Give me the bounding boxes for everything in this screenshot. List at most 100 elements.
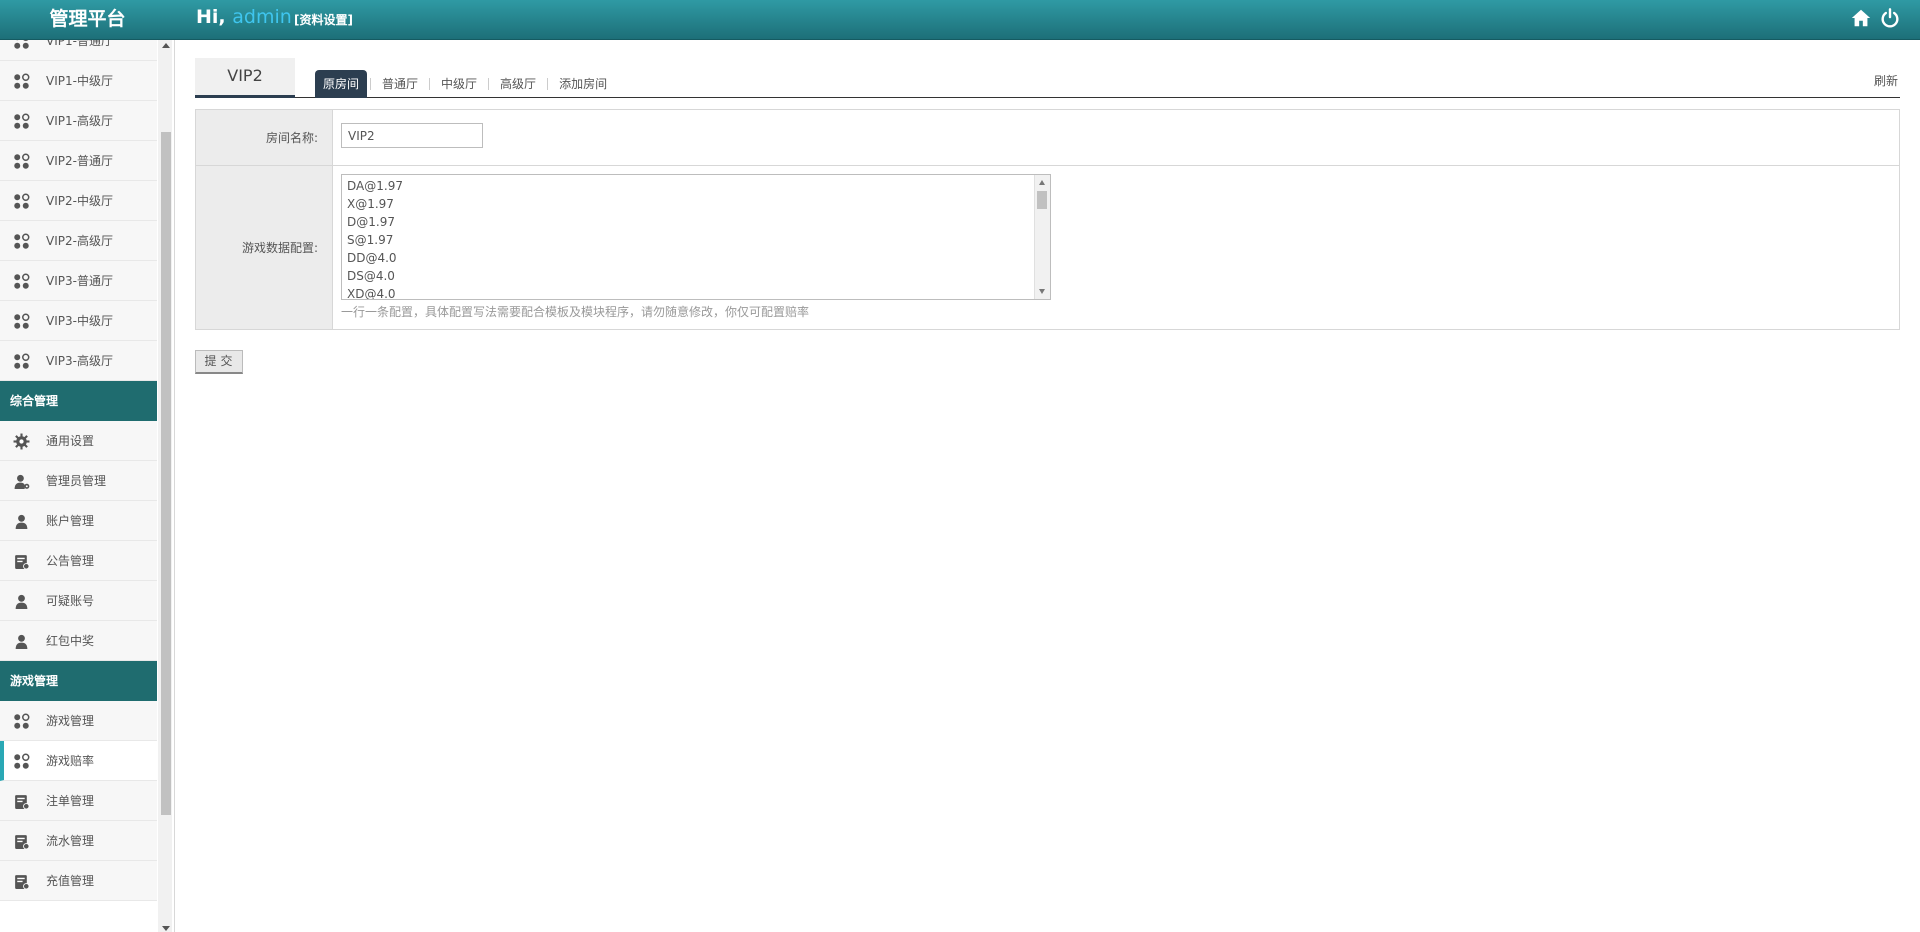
document-icon — [15, 554, 30, 569]
tab-separator — [370, 78, 372, 90]
sidebar-menu: VIP1-普通厅 VIP1-中级厅 VIP1-高级厅 VIP2-普通厅 VIP2-中级厅… — [0, 40, 157, 901]
sidebar-item-label: 注单管理 — [46, 794, 95, 808]
config-line: D@1.97 — [347, 215, 395, 229]
profile-settings-link[interactable]: [资料设置] — [294, 11, 353, 28]
grid-icon — [14, 273, 30, 289]
room-tabs: 原房间 普通厅 中级厅 高级厅 添加房间 — [315, 70, 615, 98]
sidebar-item-label: 管理员管理 — [46, 474, 107, 488]
page-title-tab: VIP2 — [195, 58, 295, 98]
tab-separator — [488, 78, 490, 90]
room-tab[interactable]: 原房间 — [315, 70, 368, 98]
submit-button[interactable]: 提交 — [195, 350, 243, 374]
grid-icon — [14, 713, 30, 729]
sidebar-item-label: VIP1-普通厅 — [46, 40, 113, 48]
grid-icon — [14, 193, 30, 209]
gear-icon — [13, 433, 30, 449]
document-icon — [15, 794, 30, 809]
sidebar-item-label: 账户管理 — [46, 514, 95, 528]
form-row-room-name: 房间名称: — [196, 110, 1899, 166]
sidebar-item-label: 通用设置 — [46, 434, 95, 448]
sidebar-scroll-thumb[interactable] — [161, 132, 171, 815]
config-line: S@1.97 — [347, 233, 394, 247]
room-tab[interactable]: 中级厅 — [433, 70, 485, 98]
grid-icon — [14, 353, 30, 369]
power-icon[interactable] — [1879, 7, 1901, 29]
sidebar-item[interactable]: 注单管理 — [0, 781, 157, 821]
sidebar-item-label: 可疑账号 — [46, 594, 95, 608]
sidebar-item[interactable]: 通用设置 — [0, 421, 157, 461]
sidebar-item[interactable]: VIP1-普通厅 — [0, 40, 157, 61]
sidebar-item[interactable]: 游戏管理 — [0, 701, 157, 741]
sidebar-item[interactable]: 流水管理 — [0, 821, 157, 861]
sidebar-item[interactable]: VIP3-普通厅 — [0, 261, 157, 301]
sidebar: VIP1-普通厅 VIP1-中级厅 VIP1-高级厅 VIP2-普通厅 VIP2-中级厅… — [0, 40, 175, 932]
tab-separator — [547, 78, 549, 90]
sidebar-item-label: VIP3-高级厅 — [46, 354, 113, 368]
greeting: Hi, admin — [196, 6, 292, 28]
config-line: DD@4.0 — [347, 251, 397, 265]
user-icon — [15, 634, 28, 649]
tab-bar: VIP2 原房间 普通厅 中级厅 高级厅 添加房间 刷新 — [195, 58, 1900, 98]
admin-user-icon — [14, 474, 30, 489]
sidebar-item-label: 充值管理 — [46, 874, 95, 888]
sidebar-item[interactable]: 游戏赔率 — [0, 741, 157, 781]
sidebar-item[interactable]: VIP1-中级厅 — [0, 61, 157, 101]
sidebar-item[interactable]: VIP2-普通厅 — [0, 141, 157, 181]
sidebar-item-label: 游戏赔率 — [46, 754, 95, 768]
sidebar-item-label: VIP2-高级厅 — [46, 234, 113, 248]
grid-icon — [14, 753, 30, 769]
config-line: DS@4.0 — [347, 269, 395, 283]
sidebar-item-label: 流水管理 — [46, 834, 95, 848]
grid-icon — [14, 73, 30, 89]
sidebar-item-label: VIP2-普通厅 — [46, 154, 113, 168]
config-line: DA@1.97 — [347, 179, 403, 193]
grid-icon — [14, 113, 30, 129]
config-label: 游戏数据配置: — [196, 166, 333, 329]
sidebar-item[interactable]: VIP2-高级厅 — [0, 221, 157, 261]
sidebar-item[interactable]: VIP3-高级厅 — [0, 341, 157, 381]
sidebar-item[interactable]: 管理员管理 — [0, 461, 157, 501]
document-icon — [15, 874, 30, 889]
user-icon — [15, 594, 28, 609]
scroll-up-arrow-icon[interactable] — [162, 43, 170, 48]
sidebar-item[interactable]: VIP2-中级厅 — [0, 181, 157, 221]
textarea-scroll-down-icon[interactable] — [1039, 289, 1045, 294]
sidebar-item[interactable]: 账户管理 — [0, 501, 157, 541]
sidebar-item[interactable]: VIP1-高级厅 — [0, 101, 157, 141]
config-line: X@1.97 — [347, 197, 394, 211]
grid-icon — [14, 233, 30, 249]
textarea-scroll-up-icon[interactable] — [1039, 180, 1045, 185]
grid-icon — [14, 313, 30, 329]
top-bar: 管理平台 Hi, admin [资料设置] — [0, 0, 1920, 40]
room-tab[interactable]: 普通厅 — [374, 70, 426, 98]
brand-title: 管理平台 — [49, 8, 126, 30]
sidebar-section-game: 游戏管理 — [0, 661, 157, 701]
sidebar-item-label: 红包中奖 — [46, 634, 95, 648]
config-hint: 一行一条配置，具体配置写法需要配合模板及模块程序，请勿随意修改，你仅可配置赔率 — [341, 305, 810, 319]
tab-separator — [429, 78, 431, 90]
sidebar-item[interactable]: 可疑账号 — [0, 581, 157, 621]
room-form: 房间名称: 游戏数据配置: DA@1.97 X@1.97 D@1.97 S@1.97 D… — [195, 109, 1900, 330]
sidebar-item-label: VIP3-中级厅 — [46, 314, 113, 328]
username: admin — [232, 6, 292, 28]
room-name-label: 房间名称: — [196, 110, 333, 165]
home-icon[interactable] — [1850, 7, 1872, 29]
room-name-input[interactable] — [341, 123, 483, 148]
scroll-down-arrow-icon[interactable] — [162, 926, 170, 931]
document-icon — [15, 834, 30, 849]
config-textarea[interactable]: DA@1.97 X@1.97 D@1.97 S@1.97 DD@4.0 DS@4.0 XD@… — [341, 174, 1051, 300]
textarea-scroll-thumb[interactable] — [1037, 191, 1047, 209]
user-icon — [15, 514, 28, 529]
sidebar-item[interactable]: 红包中奖 — [0, 621, 157, 661]
sidebar-section-general: 综合管理 — [0, 381, 157, 421]
grid-icon — [14, 153, 30, 169]
grid-icon — [14, 40, 29, 49]
refresh-link[interactable]: 刷新 — [1874, 72, 1898, 89]
room-tab[interactable]: 添加房间 — [551, 70, 615, 98]
sidebar-item-label: VIP1-高级厅 — [46, 114, 113, 128]
sidebar-item[interactable]: VIP3-中级厅 — [0, 301, 157, 341]
sidebar-item[interactable]: 充值管理 — [0, 861, 157, 901]
sidebar-item-label: 公告管理 — [46, 554, 95, 568]
sidebar-item[interactable]: 公告管理 — [0, 541, 157, 581]
room-tab[interactable]: 高级厅 — [492, 70, 544, 98]
